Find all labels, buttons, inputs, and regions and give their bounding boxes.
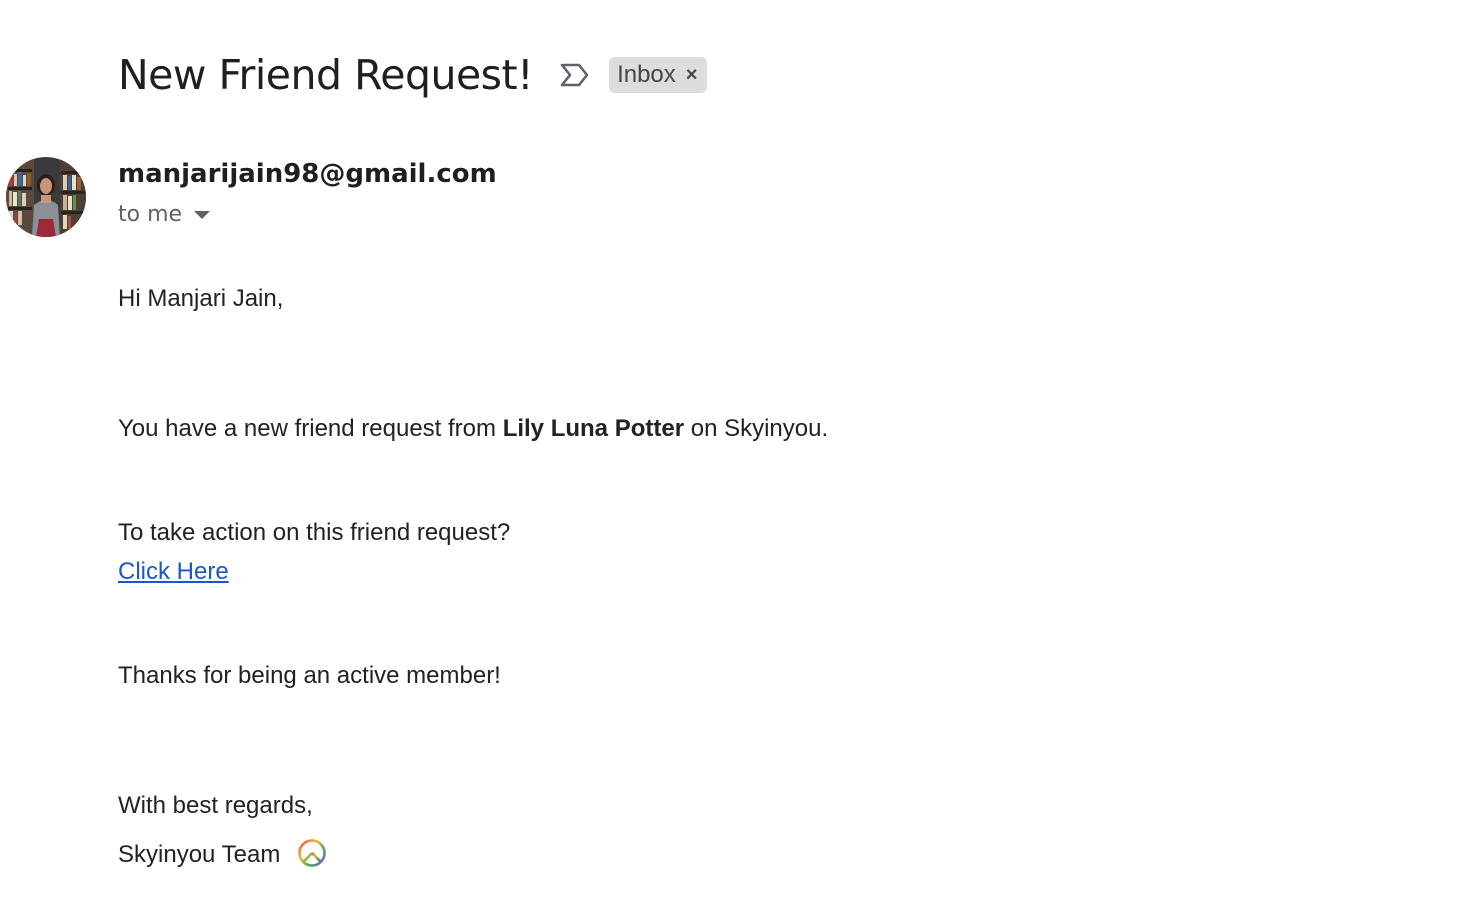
signature-row: Skyinyou Team xyxy=(118,838,327,875)
thanks-text: Thanks for being an active member! xyxy=(118,662,501,689)
avatar[interactable] xyxy=(6,157,86,237)
action-prompt-text: To take action on this friend request? xyxy=(118,519,511,546)
email-subject: New Friend Request! xyxy=(118,51,534,99)
request-prefix: You have a new friend request from xyxy=(118,415,503,442)
recipient-row[interactable]: to me xyxy=(118,202,211,227)
closing-text: With best regards, xyxy=(118,792,313,819)
greeting-text: Hi Manjari Jain, xyxy=(118,285,284,312)
chevron-down-icon[interactable] xyxy=(194,210,211,219)
importance-marker-icon[interactable] xyxy=(559,61,591,89)
inbox-label-chip[interactable]: Inbox × xyxy=(609,57,708,93)
email-view: New Friend Request! Inbox × manjarijain9… xyxy=(0,0,1476,914)
peace-symbol-icon xyxy=(297,838,327,875)
label-chip-text: Inbox xyxy=(617,61,676,88)
signature-text: Skyinyou Team xyxy=(118,841,281,868)
close-icon[interactable]: × xyxy=(686,65,698,85)
action-link-row: Click Here xyxy=(118,558,229,586)
sender-email[interactable]: manjarijain98@gmail.com xyxy=(118,159,497,189)
subject-row: New Friend Request! Inbox × xyxy=(118,46,708,104)
requester-name: Lily Luna Potter xyxy=(502,415,685,442)
click-here-link[interactable]: Click Here xyxy=(118,558,229,585)
request-suffix: on Skyinyou. xyxy=(684,415,829,442)
recipient-label: to me xyxy=(118,202,183,227)
friend-request-text: You have a new friend request from Lily … xyxy=(118,415,828,443)
